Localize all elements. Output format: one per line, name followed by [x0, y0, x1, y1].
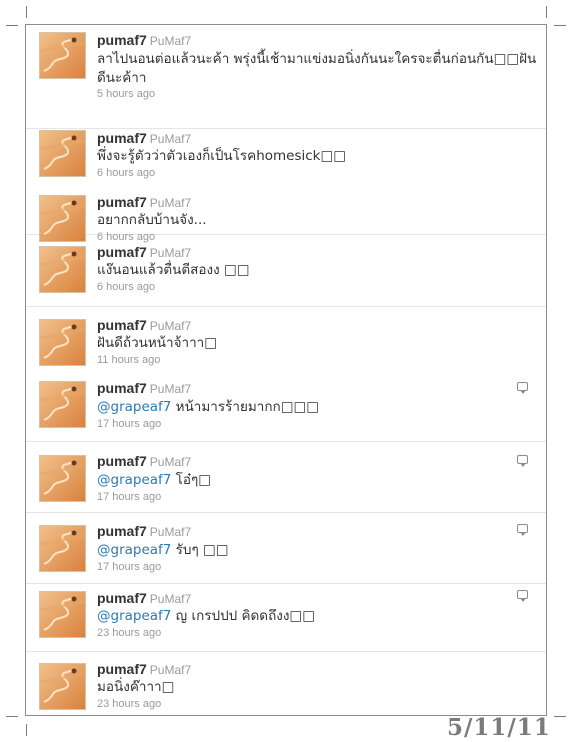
tweet-author[interactable]: pumaf7 PuMaf7 [97, 194, 191, 210]
tweet-text: @grapeaf7 รับๆ □□ [97, 541, 537, 560]
author-name[interactable]: pumaf7 [97, 453, 147, 469]
author-handle[interactable]: PuMaf7 [150, 34, 191, 48]
reply-icon[interactable] [517, 455, 528, 467]
tweet-body: โอ๋ๆ□ [171, 472, 212, 488]
tweet-item: pumaf7 PuMaf7 ฝันดีถ้วนหน้าจ้าาา□ 11 hour… [26, 308, 546, 370]
mention-link[interactable]: @grapeaf7 [97, 608, 171, 624]
tweet-text: @grapeaf7 ญ เกรปปป คิดดถึงง□□ [97, 607, 537, 626]
author-name[interactable]: pumaf7 [97, 590, 147, 606]
avatar[interactable] [39, 455, 86, 502]
tweet-item: pumaf7 PuMaf7 @grapeaf7 โอ๋ๆ□ 17 hours ag… [26, 443, 546, 513]
tweet-text: แง๊นอนแล้วตื่นตีสองง □□ [97, 261, 537, 280]
author-handle[interactable]: PuMaf7 [150, 592, 191, 606]
author-name[interactable]: pumaf7 [97, 317, 147, 333]
tweet-author[interactable]: pumaf7 PuMaf7 [97, 590, 191, 606]
crop-mark [26, 6, 27, 18]
avatar[interactable] [39, 591, 86, 638]
crop-mark [26, 724, 27, 736]
author-name[interactable]: pumaf7 [97, 380, 147, 396]
avatar[interactable] [39, 246, 86, 293]
crop-mark [554, 716, 566, 717]
tweet-time[interactable]: 11 hours ago [97, 354, 160, 366]
avatar[interactable] [39, 663, 86, 710]
author-name[interactable]: pumaf7 [97, 523, 147, 539]
tweet-author[interactable]: pumaf7 PuMaf7 [97, 523, 191, 539]
tweet-body: รับๆ □□ [171, 542, 229, 558]
tweet-author[interactable]: pumaf7 PuMaf7 [97, 244, 191, 260]
tweet-item: pumaf7 PuMaf7 ลาไปนอนต่อแล้วนะค้า พรุ่งนี… [26, 25, 546, 129]
tweet-time[interactable]: 23 hours ago [97, 627, 161, 639]
tweet-time[interactable]: 23 hours ago [97, 698, 161, 710]
author-handle[interactable]: PuMaf7 [150, 319, 191, 333]
tweet-item: pumaf7 PuMaf7 มอนิ่งค๊าาา□ 23 hours ago [26, 653, 546, 715]
author-name[interactable]: pumaf7 [97, 661, 147, 677]
tweet-item: pumaf7 PuMaf7 อยากกลับบ้านจัง... 6 hours … [26, 193, 546, 243]
author-handle[interactable]: PuMaf7 [150, 196, 191, 210]
author-handle[interactable]: PuMaf7 [150, 455, 191, 469]
author-name[interactable]: pumaf7 [97, 194, 147, 210]
tweet-item: pumaf7 PuMaf7 @grapeaf7 ญ เกรปปป คิดดถึงง… [26, 585, 546, 652]
tweet-text: @grapeaf7 โอ๋ๆ□ [97, 471, 537, 490]
author-handle[interactable]: PuMaf7 [150, 525, 191, 539]
tweet-body: ฝันดีถ้วนหน้าจ้าาา□ [97, 335, 218, 351]
tweet-text: ลาไปนอนต่อแล้วนะค้า พรุ่งนี้เช้ามาแข่งมอ… [97, 50, 537, 88]
avatar[interactable] [39, 525, 86, 572]
tweet-item: pumaf7 PuMaf7 พึ่งจะรู้ตัวว่าตัวเองก็เป็น… [26, 129, 546, 193]
reply-icon[interactable] [517, 524, 528, 536]
tweet-body: ลาไปนอนต่อแล้วนะค้า พรุ่งนี้เช้ามาแข่งมอ… [97, 51, 537, 86]
avatar[interactable] [39, 319, 86, 366]
author-handle[interactable]: PuMaf7 [150, 132, 191, 146]
tweet-body: ญ เกรปปป คิดดถึงง□□ [171, 608, 315, 624]
avatar[interactable] [39, 32, 86, 79]
author-name[interactable]: pumaf7 [97, 32, 147, 48]
mention-link[interactable]: @grapeaf7 [97, 399, 171, 415]
reply-icon[interactable] [517, 590, 528, 602]
tweet-author[interactable]: pumaf7 PuMaf7 [97, 661, 191, 677]
tweet-body: มอนิ่งค๊าาา□ [97, 679, 175, 695]
tweet-time[interactable]: 6 hours ago [97, 167, 155, 179]
tweet-author[interactable]: pumaf7 PuMaf7 [97, 317, 191, 333]
tweet-feed: pumaf7 PuMaf7 ลาไปนอนต่อแล้วนะค้า พรุ่งนี… [25, 24, 547, 716]
tweet-time[interactable]: 5 hours ago [97, 88, 155, 100]
tweet-time[interactable]: 6 hours ago [97, 281, 155, 293]
tweet-author[interactable]: pumaf7 PuMaf7 [97, 130, 191, 146]
tweet-text: พึ่งจะรู้ตัวว่าตัวเองก็เป็นโรคhomesick□□ [97, 147, 537, 166]
tweet-text: @grapeaf7 หน้ามารร้ายมากก□□□ [97, 398, 537, 417]
tweet-author[interactable]: pumaf7 PuMaf7 [97, 380, 191, 396]
avatar[interactable] [39, 381, 86, 428]
tweet-time[interactable]: 17 hours ago [97, 491, 161, 503]
tweet-item: pumaf7 PuMaf7 @grapeaf7 รับๆ □□ 17 hours … [26, 514, 546, 584]
author-name[interactable]: pumaf7 [97, 244, 147, 260]
crop-mark [6, 25, 18, 26]
tweet-time[interactable]: 17 hours ago [97, 561, 161, 573]
tweet-body: อยากกลับบ้านจัง... [97, 212, 207, 228]
crop-mark [6, 716, 18, 717]
mention-link[interactable]: @grapeaf7 [97, 542, 171, 558]
avatar[interactable] [39, 130, 86, 177]
mention-link[interactable]: @grapeaf7 [97, 472, 171, 488]
tweet-text: ฝันดีถ้วนหน้าจ้าาา□ [97, 334, 537, 353]
author-handle[interactable]: PuMaf7 [150, 663, 191, 677]
tweet-body: หน้ามารร้ายมากก□□□ [171, 399, 319, 415]
tweet-item: pumaf7 PuMaf7 แง๊นอนแล้วตื่นตีสองง □□ 6 h… [26, 235, 546, 307]
tweet-text: มอนิ่งค๊าาา□ [97, 678, 537, 697]
tweet-author[interactable]: pumaf7 PuMaf7 [97, 453, 191, 469]
author-name[interactable]: pumaf7 [97, 130, 147, 146]
crop-mark [554, 25, 566, 26]
date-stamp: 5/11/11 [447, 714, 551, 741]
author-handle[interactable]: PuMaf7 [150, 382, 191, 396]
tweet-author[interactable]: pumaf7 PuMaf7 [97, 32, 191, 48]
tweet-body: แง๊นอนแล้วตื่นตีสองง □□ [97, 262, 250, 278]
reply-icon[interactable] [517, 382, 528, 394]
crop-mark [546, 6, 547, 18]
tweet-body: พึ่งจะรู้ตัวว่าตัวเองก็เป็นโรคhomesick□□ [97, 148, 346, 164]
author-handle[interactable]: PuMaf7 [150, 246, 191, 260]
tweet-item: pumaf7 PuMaf7 @grapeaf7 หน้ามารร้ายมากก□□… [26, 370, 546, 442]
tweet-time[interactable]: 17 hours ago [97, 418, 161, 430]
tweet-text: อยากกลับบ้านจัง... [97, 211, 537, 230]
